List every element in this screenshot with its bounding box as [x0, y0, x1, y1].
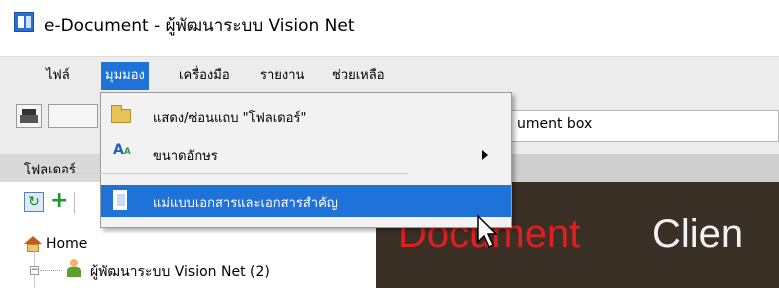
folder-icon: [111, 105, 131, 123]
menu-item-toggle-folders[interactable]: แสดง/ซ่อนแถบ "โฟลเดอร์": [101, 100, 511, 132]
window-title: e-Document - ผู้พัฒนาระบบ Vision Net: [44, 16, 355, 36]
home-icon: [24, 236, 42, 252]
menu-item-label: แม่แบบเอกสารและเอกสารสำคัญ: [153, 196, 338, 211]
view-menu-dropdown: แสดง/ซ่อนแถบ "โฟลเดอร์" AA ขนาดอักษร แม่…: [100, 92, 512, 228]
mouse-cursor-icon: [477, 214, 498, 249]
refresh-button[interactable]: ↻: [24, 192, 44, 212]
tree-item-home[interactable]: Home: [46, 236, 87, 252]
print-button[interactable]: [16, 104, 42, 128]
font-size-icon: AA: [113, 142, 131, 158]
menu-item-label: แสดง/ซ่อนแถบ "โฟลเดอร์": [153, 111, 307, 126]
toolbar-button[interactable]: [48, 104, 98, 128]
address-text: ument box: [517, 116, 593, 132]
user-icon: [66, 259, 82, 277]
document-template-icon: [113, 190, 127, 210]
menu-file[interactable]: ไฟล์: [42, 62, 74, 90]
submenu-arrow-icon: [482, 150, 488, 160]
menu-help[interactable]: ช่วยเหลือ: [328, 62, 389, 90]
tree-item-user[interactable]: ผู้พัฒนาระบบ Vision Net (2): [90, 261, 270, 283]
add-button[interactable]: +: [50, 189, 68, 213]
menu-item-font-size[interactable]: AA ขนาดอักษร: [101, 138, 511, 170]
banner-client-text: Clien: [652, 212, 744, 256]
title-bar: e-Document - ผู้พัฒนาระบบ Vision Net: [0, 0, 779, 46]
menu-item-document-templates[interactable]: แม่แบบเอกสารและเอกสารสำคัญ: [101, 185, 511, 217]
tree-connector: [40, 270, 62, 272]
menu-item-label: ขนาดอักษร: [153, 149, 218, 164]
tree-expander[interactable]: −: [30, 266, 39, 275]
menu-view[interactable]: มุมมอง: [101, 62, 149, 90]
folder-panel-title: โฟลเดอร์: [24, 163, 76, 178]
menu-separator: [44, 173, 408, 174]
app-icon: [14, 12, 34, 32]
menu-tools[interactable]: เครื่องมือ: [175, 62, 234, 90]
toolbar-separator: [74, 192, 75, 214]
menu-reports[interactable]: รายงาน: [256, 62, 308, 90]
